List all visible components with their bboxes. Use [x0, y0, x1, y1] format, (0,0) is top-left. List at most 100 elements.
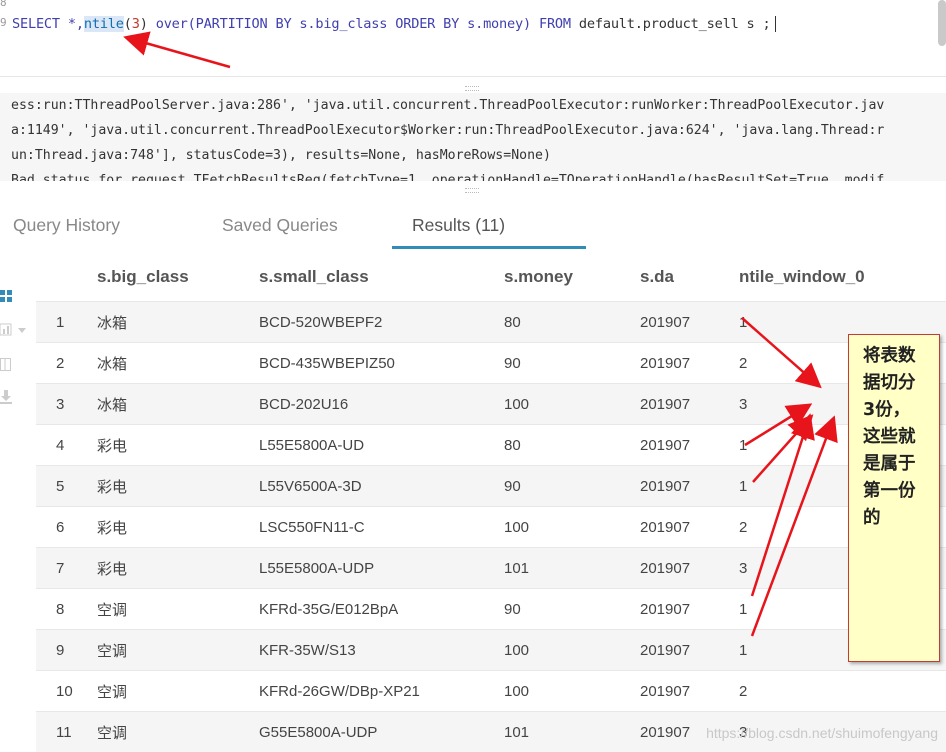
table-cell: G55E5800A-UDP — [258, 712, 503, 752]
table-row[interactable]: 2冰箱BCD-435WBEPIZ50902019072 — [36, 343, 946, 384]
table-cell: 空调 — [96, 671, 258, 712]
resize-handle[interactable] — [465, 188, 479, 193]
table-cell: 2 — [738, 671, 946, 712]
results-table: s.big_class s.small_class s.money s.da n… — [36, 252, 946, 752]
table-row[interactable]: 4彩电L55E5800A-UD802019071 — [36, 425, 946, 466]
table-cell: 90 — [503, 343, 639, 384]
table-header-row: s.big_class s.small_class s.money s.da n… — [36, 252, 946, 302]
line-number: 8 — [0, 0, 7, 9]
table-cell: 100 — [503, 630, 639, 671]
table-cell: BCD-435WBEPIZ50 — [258, 343, 503, 384]
sql-ntile-function: ntile — [84, 16, 124, 32]
table-row[interactable]: 5彩电L55V6500A-3D902019071 — [36, 466, 946, 507]
table-cell: 201907 — [639, 507, 738, 548]
row-number-cell: 5 — [36, 466, 96, 507]
table-cell: 201907 — [639, 548, 738, 589]
table-cell: 冰箱 — [96, 384, 258, 425]
note-line: 这些就 — [863, 427, 916, 447]
table-cell: 101 — [503, 712, 639, 752]
sql-select: SELECT *, — [12, 16, 84, 32]
result-tabs: Query History Saved Queries Results (11) — [0, 205, 946, 251]
chart-icon[interactable] — [0, 323, 28, 337]
tab-query-history[interactable]: Query History — [13, 215, 120, 236]
row-number-cell: 6 — [36, 507, 96, 548]
sql-paren: ( — [124, 16, 132, 32]
note-line: 的 — [863, 508, 881, 528]
table-cell: 彩电 — [96, 507, 258, 548]
table-row[interactable]: 6彩电LSC550FN11-C1002019072 — [36, 507, 946, 548]
table-cell: 空调 — [96, 630, 258, 671]
table-cell: KFRd-35G/E012BpA — [258, 589, 503, 630]
log-line: ess:run:TThreadPoolServer.java:286', 'ja… — [0, 93, 946, 118]
row-number-cell: 4 — [36, 425, 96, 466]
column-header[interactable]: s.small_class — [258, 252, 503, 302]
note-line: 将表数 — [863, 346, 916, 366]
table-cell: 201907 — [639, 425, 738, 466]
note-line: 是属于 — [863, 454, 916, 474]
table-cell: 冰箱 — [96, 302, 258, 343]
log-line: un:Thread.java:748'], statusCode=3), res… — [0, 143, 946, 168]
note-line: 据切分 — [863, 373, 916, 393]
table-cell: L55V6500A-3D — [258, 466, 503, 507]
table-row[interactable]: 7彩电L55E5800A-UDP1012019073 — [36, 548, 946, 589]
row-number-cell: 2 — [36, 343, 96, 384]
row-number-cell: 8 — [36, 589, 96, 630]
editor-scrollbar[interactable] — [938, 0, 946, 46]
row-number-header — [36, 252, 96, 302]
active-tab-indicator — [392, 246, 586, 249]
table-cell: 80 — [503, 425, 639, 466]
table-cell: 冰箱 — [96, 343, 258, 384]
table-cell: 201907 — [639, 630, 738, 671]
table-view-icon[interactable] — [0, 358, 12, 372]
sql-over: over — [156, 16, 188, 32]
execution-log: ess:run:TThreadPoolServer.java:286', 'ja… — [0, 93, 946, 181]
table-cell: 101 — [503, 548, 639, 589]
table-cell: 100 — [503, 507, 639, 548]
line-number: 9 — [0, 16, 7, 29]
row-number-cell: 7 — [36, 548, 96, 589]
table-cell: L55E5800A-UDP — [258, 548, 503, 589]
table-cell: 201907 — [639, 302, 738, 343]
column-header[interactable]: s.money — [503, 252, 639, 302]
table-row[interactable]: 3冰箱BCD-202U161002019073 — [36, 384, 946, 425]
table-cell: 80 — [503, 302, 639, 343]
sql-code-line[interactable]: SELECT *,ntile(3) over(PARTITION BY s.bi… — [12, 16, 776, 32]
sql-partition: (PARTITION BY s.big_class ORDER BY s.mon… — [188, 16, 539, 32]
resize-handle[interactable] — [465, 86, 479, 91]
table-row[interactable]: 8空调KFRd-35G/E012BpA902019071 — [36, 589, 946, 630]
column-header[interactable]: ntile_window_0 — [738, 252, 946, 302]
table-cell: 201907 — [639, 384, 738, 425]
sql-ntile-arg: 3 — [132, 16, 140, 32]
row-number-cell: 9 — [36, 630, 96, 671]
download-icon[interactable] — [0, 390, 12, 404]
table-cell: 90 — [503, 466, 639, 507]
table-cell: 100 — [503, 384, 639, 425]
table-cell: 彩电 — [96, 548, 258, 589]
table-cell: 彩电 — [96, 425, 258, 466]
note-line: 3份， — [863, 400, 910, 420]
row-number-cell: 3 — [36, 384, 96, 425]
table-cell: 201907 — [639, 343, 738, 384]
table-row[interactable]: 10空调KFRd-26GW/DBp-XP211002019072 — [36, 671, 946, 712]
table-cell: 90 — [503, 589, 639, 630]
row-number-cell: 1 — [36, 302, 96, 343]
table-row[interactable]: 1冰箱BCD-520WBEPF2802019071 — [36, 302, 946, 343]
table-cell: 201907 — [639, 671, 738, 712]
column-header[interactable]: s.da — [639, 252, 738, 302]
sql-editor[interactable]: 8 9 SELECT *,ntile(3) over(PARTITION BY … — [0, 0, 946, 77]
table-row[interactable]: 9空调KFR-35W/S131002019071 — [36, 630, 946, 671]
table-cell: 100 — [503, 671, 639, 712]
tab-saved-queries[interactable]: Saved Queries — [222, 215, 338, 236]
results-table-container: s.big_class s.small_class s.money s.da n… — [36, 252, 946, 752]
table-cell: 201907 — [639, 589, 738, 630]
annotation-note: 将表数 据切分 3份， 这些就 是属于 第一份 的 — [848, 334, 940, 662]
column-header[interactable]: s.big_class — [96, 252, 258, 302]
tab-results[interactable]: Results (11) — [412, 215, 505, 236]
table-cell: BCD-202U16 — [258, 384, 503, 425]
table-cell: 201907 — [639, 466, 738, 507]
editor-gutter: 8 9 — [0, 0, 10, 76]
table-cell: BCD-520WBEPF2 — [258, 302, 503, 343]
text-cursor — [775, 16, 776, 32]
grid-icon[interactable] — [0, 290, 12, 302]
log-line: a:1149', 'java.util.concurrent.ThreadPoo… — [0, 118, 946, 143]
